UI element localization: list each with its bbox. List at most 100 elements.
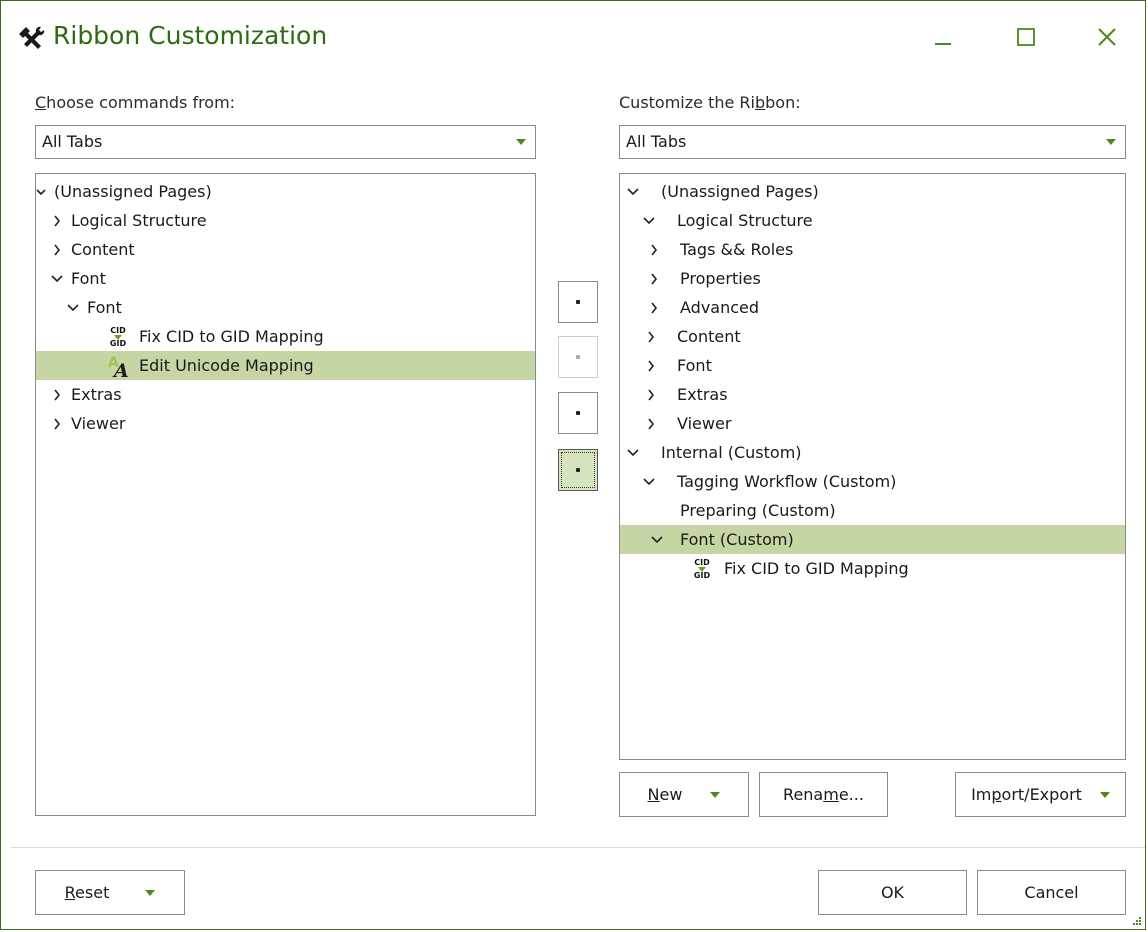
new-button-label: New xyxy=(648,785,683,804)
tree-node-logical-structure[interactable]: Logical Structure xyxy=(620,206,1125,235)
ribbon-tabs-combo[interactable]: All Tabs xyxy=(619,125,1126,159)
tree-node-unassigned-pages[interactable]: (Unassigned Pages) xyxy=(620,177,1125,206)
unicode-a-icon: A A xyxy=(108,355,129,380)
chevron-down-icon xyxy=(650,525,664,554)
import-export-label: Import/Export xyxy=(971,785,1082,804)
add-button[interactable] xyxy=(558,449,598,491)
import-export-post: ort/Export xyxy=(1001,785,1082,804)
ok-button[interactable]: OK xyxy=(818,870,967,915)
tree-node-label: Font (Custom) xyxy=(680,530,794,549)
tree-node-label: Tagging Workflow (Custom) xyxy=(677,472,897,491)
tree-node-unassigned-pages[interactable]: (Unassigned Pages) xyxy=(36,177,535,206)
tree-node-fix-cid-to-gid[interactable]: CID GID Fix CID to GID Mapping xyxy=(620,554,1125,583)
tree-node-preparing[interactable]: Preparing (Custom) xyxy=(620,496,1125,525)
move-up-icon xyxy=(576,300,580,304)
ok-label: OK xyxy=(880,883,905,902)
tree-node-properties[interactable]: Properties xyxy=(620,264,1125,293)
tree-node-tags-roles[interactable]: Tags && Roles xyxy=(620,235,1125,264)
customize-ribbon-label-pre: Customize the Ri xyxy=(619,93,755,112)
tree-node-label: Font xyxy=(677,356,712,375)
tree-node-label: Viewer xyxy=(71,414,126,433)
tree-node-extras[interactable]: Extras xyxy=(36,380,535,409)
new-mnemonic: N xyxy=(647,785,660,804)
customize-ribbon-label-post: bon: xyxy=(765,93,801,112)
dropdown-arrow-icon xyxy=(516,139,526,145)
tree-node-label: (Unassigned Pages) xyxy=(661,182,819,201)
tree-node-label: Font xyxy=(87,298,122,317)
tree-node-font[interactable]: Font xyxy=(36,264,535,293)
chevron-down-icon xyxy=(50,264,64,293)
tree-node-edit-unicode-mapping[interactable]: A A Edit Unicode Mapping xyxy=(36,351,535,380)
tree-node-font[interactable]: Font xyxy=(620,351,1125,380)
dropdown-arrow-icon xyxy=(145,889,156,896)
maximize-button[interactable] xyxy=(1004,19,1048,55)
new-button[interactable]: New xyxy=(619,772,749,817)
tree-node-extras[interactable]: Extras xyxy=(620,380,1125,409)
resize-grip-icon[interactable] xyxy=(1132,916,1142,926)
title-bar[interactable]: Ribbon Customization xyxy=(1,1,1145,71)
new-label-rest: ew xyxy=(659,785,683,804)
tools-icon xyxy=(19,26,45,49)
customize-ribbon-label: Customize the Ribbon: xyxy=(619,93,801,113)
svg-text:A: A xyxy=(112,360,129,380)
reset-button-label: Reset xyxy=(65,883,110,902)
cid-gid-icon: CID GID xyxy=(109,326,127,348)
tree-node-content[interactable]: Content xyxy=(36,235,535,264)
dialog-title: Ribbon Customization xyxy=(53,21,328,50)
import-export-button[interactable]: Import/Export xyxy=(955,772,1126,817)
chevron-right-icon xyxy=(50,380,64,409)
tree-node-label: Font xyxy=(71,269,106,288)
tree-node-label: Properties xyxy=(680,269,761,288)
minimize-icon xyxy=(935,43,951,45)
tree-node-label: Tags && Roles xyxy=(680,240,794,259)
chevron-right-icon xyxy=(644,409,658,438)
tree-node-viewer[interactable]: Viewer xyxy=(36,409,535,438)
choose-commands-label-text: hoose commands from: xyxy=(46,93,236,112)
chevron-right-icon xyxy=(647,235,661,264)
close-button[interactable] xyxy=(1085,19,1129,55)
import-export-pre: Im xyxy=(971,785,992,804)
tree-node-font-custom[interactable]: Font (Custom) xyxy=(620,525,1125,554)
tree-node-advanced[interactable]: Advanced xyxy=(620,293,1125,322)
minimize-button[interactable] xyxy=(921,19,965,55)
tree-node-content[interactable]: Content xyxy=(620,322,1125,351)
ribbon-tabs-value: All Tabs xyxy=(626,132,687,151)
rename-button[interactable]: Rename... xyxy=(759,772,888,817)
chevron-right-icon xyxy=(50,409,64,438)
tree-node-label: Preparing (Custom) xyxy=(680,501,836,520)
tree-node-label: (Unassigned Pages) xyxy=(54,182,212,201)
commands-tree[interactable]: (Unassigned Pages) Logical Structure Con… xyxy=(35,173,536,816)
chevron-down-icon xyxy=(626,438,640,467)
tree-node-label: Content xyxy=(677,327,741,346)
reset-button[interactable]: Reset xyxy=(35,870,185,915)
rename-label-post: e... xyxy=(838,785,864,804)
ribbon-tree[interactable]: (Unassigned Pages) Logical Structure Tag… xyxy=(619,173,1126,760)
tree-node-font-group[interactable]: Font xyxy=(36,293,535,322)
move-down-icon xyxy=(576,355,580,359)
tree-node-label: Internal (Custom) xyxy=(661,443,802,462)
move-down-button[interactable] xyxy=(558,336,598,378)
rename-mnemonic: m xyxy=(823,785,839,804)
tree-node-fix-cid-to-gid[interactable]: CID GID Fix CID to GID Mapping xyxy=(36,322,535,351)
move-up-button[interactable] xyxy=(558,281,598,323)
chevron-down-icon xyxy=(66,293,80,322)
tree-node-logical-structure[interactable]: Logical Structure xyxy=(36,206,535,235)
dropdown-arrow-icon xyxy=(1099,791,1110,798)
tree-node-tagging-workflow[interactable]: Tagging Workflow (Custom) xyxy=(620,467,1125,496)
chevron-right-icon xyxy=(50,235,64,264)
rename-label-pre: Rena xyxy=(783,785,824,804)
chevron-right-icon xyxy=(647,293,661,322)
commands-source-combo[interactable]: All Tabs xyxy=(35,125,536,159)
chevron-right-icon xyxy=(644,351,658,380)
choose-commands-mnemonic: C xyxy=(35,93,47,112)
ribbon-customization-dialog: Ribbon Customization Choose commands fro… xyxy=(0,0,1146,930)
cancel-button[interactable]: Cancel xyxy=(977,870,1126,915)
tree-node-viewer[interactable]: Viewer xyxy=(620,409,1125,438)
rename-button-label: Rename... xyxy=(783,785,864,804)
tree-node-internal-custom[interactable]: Internal (Custom) xyxy=(620,438,1125,467)
footer-divider xyxy=(11,847,1145,848)
dropdown-arrow-icon xyxy=(1106,139,1116,145)
remove-button[interactable] xyxy=(558,392,598,434)
tree-node-label: Logical Structure xyxy=(71,211,207,230)
chevron-down-icon xyxy=(36,177,48,206)
